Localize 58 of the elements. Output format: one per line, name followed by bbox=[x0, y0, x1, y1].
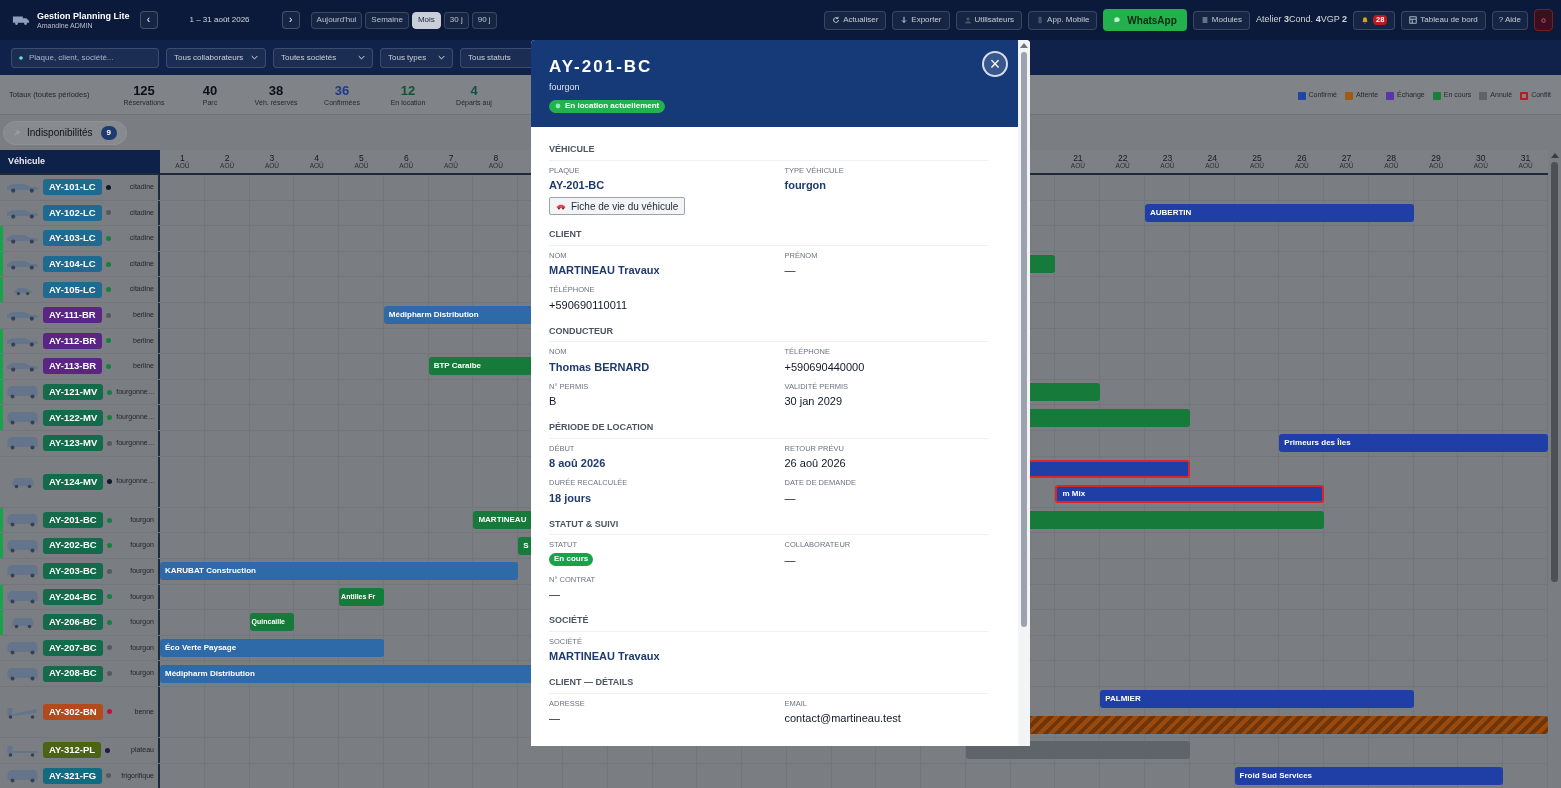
day-number: 21 bbox=[1073, 153, 1083, 162]
stat-value: 38 bbox=[268, 83, 284, 97]
field-value: — bbox=[784, 490, 796, 505]
day-number: 7 bbox=[448, 153, 454, 162]
field-value: +590690440000 bbox=[784, 359, 865, 374]
field-value: 18 jours bbox=[549, 490, 592, 505]
field-value: — bbox=[784, 552, 796, 567]
day-number: 6 bbox=[403, 153, 409, 162]
field-value: AY-201-BC bbox=[549, 178, 605, 192]
stat-value: 36 bbox=[334, 83, 350, 97]
field-value: fourgon bbox=[784, 178, 827, 192]
day-number: 22 bbox=[1117, 153, 1128, 162]
field-value: — bbox=[549, 711, 560, 725]
day-number: 24 bbox=[1207, 153, 1217, 162]
status-badge: En cours bbox=[549, 552, 594, 566]
field-value: Thomas BERNARD bbox=[549, 359, 650, 374]
day-number: 30 bbox=[1476, 153, 1486, 162]
day-number: 4 bbox=[314, 153, 320, 162]
day-number: 26 bbox=[1297, 153, 1307, 162]
field-value: 30 jan 2029 bbox=[784, 394, 842, 408]
stat-value: 40 bbox=[202, 83, 218, 97]
field-value: 26 aoû 2026 bbox=[784, 456, 846, 470]
stat-value: 125 bbox=[133, 83, 155, 97]
workshop-counters: Atelier 3Cond. 4VGP 2 bbox=[1256, 13, 1347, 27]
status-badge: En location actuellement bbox=[549, 99, 666, 113]
field-value: +590690110011 bbox=[549, 297, 628, 312]
day-number: 2 bbox=[224, 153, 230, 162]
day-number: 5 bbox=[359, 153, 364, 162]
section-title: CLIENT — DÉTAILS bbox=[549, 676, 988, 694]
day-number: 8 bbox=[493, 153, 499, 162]
section-title: PÉRIODE DE LOCATION bbox=[549, 421, 988, 439]
day-number: 27 bbox=[1341, 153, 1352, 162]
day-number: 23 bbox=[1162, 153, 1173, 162]
vehicle-type: fourgon bbox=[549, 81, 580, 94]
day-number: 1 bbox=[180, 153, 185, 162]
stat-value: 12 bbox=[400, 83, 416, 97]
day-number: 31 bbox=[1520, 153, 1531, 162]
field-value: MARTINEAU Travaux bbox=[549, 649, 660, 663]
day-number: 25 bbox=[1252, 153, 1262, 162]
day-number: 3 bbox=[269, 153, 275, 162]
section-title: CONDUCTEUR bbox=[549, 324, 988, 342]
day-number: 28 bbox=[1386, 153, 1396, 162]
count-badge: 9 bbox=[100, 125, 117, 140]
section-title: STATUT & SUIVI bbox=[549, 517, 988, 535]
section-title: VÉHICULE bbox=[549, 143, 988, 161]
column-header: Véhicule bbox=[0, 150, 160, 173]
section-title: SOCIÉTÉ bbox=[549, 614, 988, 632]
field-value: — bbox=[784, 263, 796, 277]
field-value: contact@martineau.test bbox=[784, 711, 901, 725]
field-value: 8 aoû 2026 bbox=[549, 456, 606, 470]
stat-value: 4 bbox=[470, 83, 478, 97]
field-value: — bbox=[549, 587, 560, 601]
period-label: 1 – 31 août 2026 bbox=[189, 14, 250, 26]
field-value: MARTINEAU Travaux bbox=[549, 263, 660, 277]
app-title: Gestion Planning Lite bbox=[37, 11, 130, 21]
field-value: B bbox=[549, 394, 557, 408]
section-title: CLIENT bbox=[549, 228, 988, 246]
day-number: 29 bbox=[1431, 153, 1441, 162]
